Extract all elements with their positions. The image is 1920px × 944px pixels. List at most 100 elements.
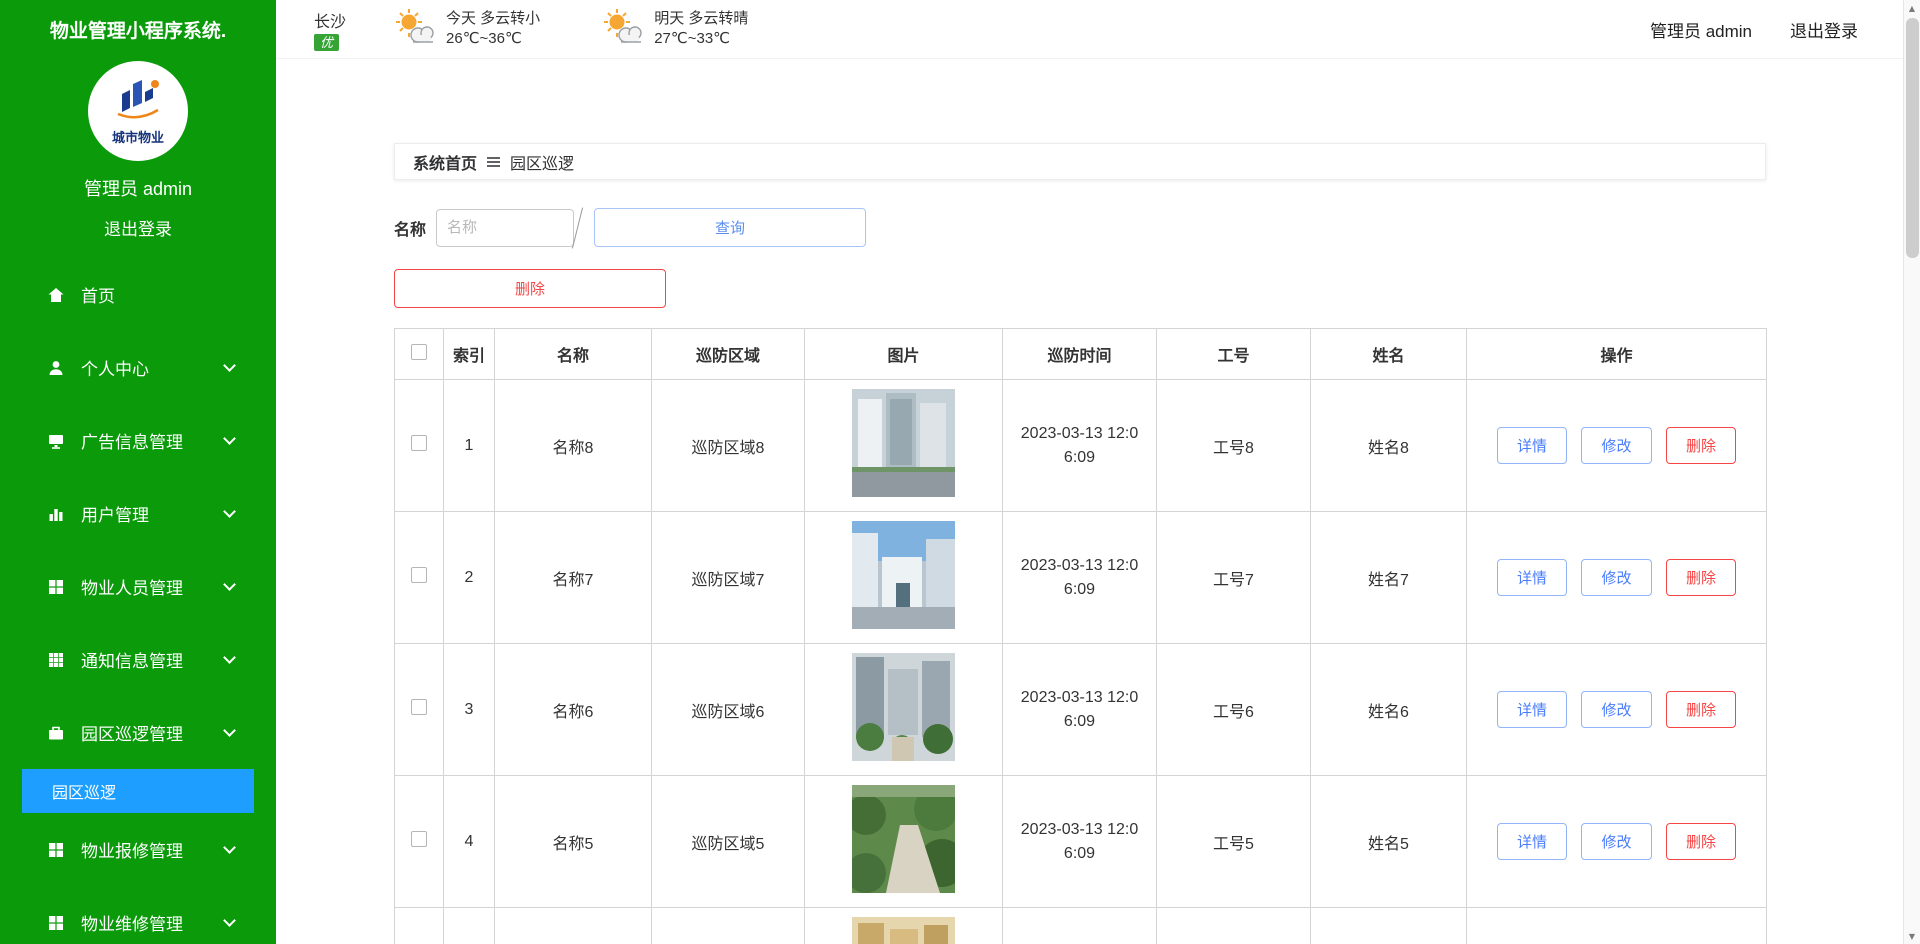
- air-quality-badge: 优: [314, 33, 340, 51]
- sidebar-item-ad-info[interactable]: 广告信息管理: [0, 404, 276, 477]
- patrol-photo: [852, 521, 955, 629]
- cell-index: 3: [443, 643, 495, 776]
- detail-button[interactable]: 详情: [1497, 559, 1568, 596]
- table-icon: [46, 650, 66, 670]
- column-header-time: 巡防时间: [1002, 328, 1157, 380]
- edit-button[interactable]: 修改: [1581, 559, 1652, 596]
- search-row: 名称 查询: [394, 207, 1920, 248]
- logo-wrap: 城市物业: [0, 61, 276, 161]
- delete-button[interactable]: 删除: [1665, 427, 1736, 464]
- detail-button[interactable]: 详情: [1497, 823, 1568, 860]
- grid-icon: [46, 913, 66, 933]
- sidebar-item-user-management[interactable]: 用户管理: [0, 477, 276, 550]
- patrol-photo: [852, 785, 955, 893]
- weather-tomorrow: 明天 多云转晴 27℃~33℃: [600, 8, 748, 51]
- chevron-down-icon: [223, 505, 236, 518]
- sidebar-item-label: 物业人员管理: [81, 579, 183, 598]
- weather-today: 今天 多云转小 26℃~36℃: [392, 8, 540, 51]
- sidebar-logout-link[interactable]: 退出登录: [0, 215, 276, 240]
- logo-text: 城市物业: [111, 130, 164, 145]
- name-search-input[interactable]: [436, 208, 575, 247]
- patrol-photo: [852, 389, 955, 497]
- chevron-down-icon: [223, 432, 236, 445]
- sidebar-item-personal-center[interactable]: 个人中心: [0, 331, 276, 404]
- row-checkbox[interactable]: [411, 435, 427, 451]
- sidebar-subitem-patrol-active[interactable]: 园区巡逻: [22, 769, 254, 813]
- cell-time: 2023-03-13 12:06:09: [1002, 511, 1157, 644]
- sidebar-item-label: 园区巡逻管理: [81, 725, 183, 744]
- grid-icon: [46, 577, 66, 597]
- cell-name: 名称6: [494, 643, 652, 776]
- app-title: 物业管理小程序系统.: [49, 21, 227, 42]
- sidebar-menu: 首页 个人中心 广告信息管理 用户管理 物业人员管理 通知信息管理 园区巡逻管理…: [0, 258, 276, 944]
- row-checkbox[interactable]: [411, 831, 427, 847]
- cell-time: 2023-03-13 12:06:09: [1002, 643, 1157, 776]
- chevron-down-icon: [223, 841, 236, 854]
- bulk-delete-button[interactable]: 删除: [394, 269, 666, 308]
- edit-button[interactable]: 修改: [1581, 691, 1652, 728]
- cell-person: 姓名7: [1310, 511, 1467, 644]
- monitor-icon: [46, 431, 66, 451]
- table-row: 1 名称8 巡防区域8 2023-03-13 12:06:09 工号8 姓名8 …: [394, 379, 1767, 512]
- edit-button[interactable]: 修改: [1581, 427, 1652, 464]
- building-logo-icon: [112, 76, 164, 125]
- select-all-checkbox[interactable]: [411, 343, 427, 360]
- grid-icon: [46, 840, 66, 860]
- scroll-down-arrow-icon[interactable]: ▼: [1904, 928, 1920, 944]
- briefcase-icon: [46, 723, 66, 743]
- detail-button[interactable]: 详情: [1497, 427, 1568, 464]
- top-header: 长沙 优 今天 多云转小 26℃~36℃ 明天 多云转晴 27℃~33℃ 管理员…: [276, 0, 1920, 59]
- detail-button[interactable]: 详情: [1497, 691, 1568, 728]
- cell-name: [494, 907, 652, 944]
- sidebar-item-patrol-management[interactable]: 园区巡逻管理: [0, 696, 276, 769]
- header-logout-link[interactable]: 退出登录: [1790, 17, 1858, 42]
- sidebar-item-home[interactable]: 首页: [0, 258, 276, 331]
- chevron-down-icon: [223, 578, 236, 591]
- chevron-down-icon: [223, 914, 236, 927]
- breadcrumb: 系统首页 园区巡逻: [394, 143, 1766, 180]
- chevron-down-icon: [223, 359, 236, 372]
- row-checkbox[interactable]: [411, 699, 427, 715]
- app-logo: 城市物业: [88, 61, 188, 161]
- sidebar-item-maintenance-management[interactable]: 物业维修管理: [0, 886, 276, 944]
- main-area: 长沙 优 今天 多云转小 26℃~36℃ 明天 多云转晴 27℃~33℃ 管理员…: [276, 0, 1920, 944]
- sidebar-item-label: 物业维修管理: [81, 915, 183, 934]
- weather-temp: 26℃~36℃: [446, 30, 522, 47]
- cell-person: 姓名5: [1310, 775, 1467, 908]
- table-row: 4 名称5 巡防区域5 2023-03-13 12:06:09 工号5 姓名5 …: [394, 775, 1767, 908]
- sidebar-item-staff-management[interactable]: 物业人员管理: [0, 550, 276, 623]
- sidebar-item-notice-management[interactable]: 通知信息管理: [0, 623, 276, 696]
- sidebar-item-repair-report-management[interactable]: 物业报修管理: [0, 813, 276, 886]
- breadcrumb-current: 园区巡逻: [510, 155, 575, 173]
- edit-button[interactable]: 修改: [1581, 823, 1652, 860]
- city-name: 长沙: [314, 13, 347, 31]
- vertical-scrollbar[interactable]: ▲ ▼: [1903, 0, 1920, 944]
- cell-area: 巡防区域5: [651, 775, 805, 908]
- sun-cloud-icon: [600, 8, 644, 51]
- app-root: 物业管理小程序系统. 城市物业 管理员 admin 退出登录 首页 个人中心 广…: [0, 0, 1920, 944]
- breadcrumb-home-link[interactable]: 系统首页: [413, 150, 477, 174]
- sidebar-item-label: 广告信息管理: [81, 433, 183, 452]
- cell-name: 名称5: [494, 775, 652, 908]
- table-row: 详情 修改 删除: [394, 907, 1767, 944]
- patrol-table: 索引 名称 巡防区域 图片 巡防时间 工号 姓名 操作 1 名称8 巡防区域8 …: [394, 328, 1767, 944]
- row-checkbox[interactable]: [411, 567, 427, 583]
- scroll-up-arrow-icon[interactable]: ▲: [1904, 0, 1920, 16]
- weather-day-desc: 明天 多云转晴: [654, 10, 749, 27]
- cell-index: [443, 907, 495, 944]
- cell-worker-id: 工号8: [1156, 379, 1311, 512]
- delete-button[interactable]: 删除: [1665, 559, 1736, 596]
- column-header-area: 巡防区域: [651, 328, 805, 380]
- cell-area: 巡防区域6: [651, 643, 805, 776]
- cell-index: 1: [443, 379, 495, 512]
- table-header-row: 索引 名称 巡防区域 图片 巡防时间 工号 姓名 操作: [394, 328, 1767, 380]
- scrollbar-thumb[interactable]: [1906, 18, 1919, 258]
- delete-button[interactable]: 删除: [1665, 691, 1736, 728]
- query-button[interactable]: 查询: [594, 208, 867, 247]
- cell-time: 2023-03-13 12:06:09: [1002, 775, 1157, 908]
- delete-button[interactable]: 删除: [1665, 823, 1736, 860]
- page-content: 系统首页 园区巡逻 名称 查询 删除: [276, 59, 1920, 944]
- sidebar: 物业管理小程序系统. 城市物业 管理员 admin 退出登录 首页 个人中心 广…: [0, 0, 276, 944]
- cell-person: 姓名6: [1310, 643, 1467, 776]
- cell-worker-id: 工号5: [1156, 775, 1311, 908]
